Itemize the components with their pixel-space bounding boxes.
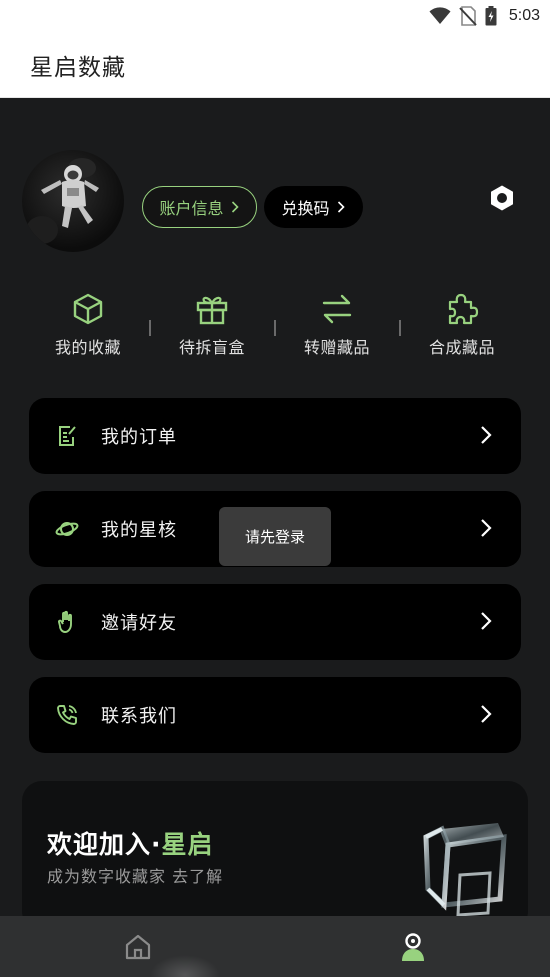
account-info-label: 账户信息 <box>159 199 224 218</box>
welcome-banner[interactable]: 欢迎加入·星启 成为数字收藏家 去了解 <box>22 781 528 916</box>
chevron-right-icon <box>481 612 492 630</box>
gift-icon <box>196 296 228 325</box>
redeem-code-label: 兑换码 <box>281 199 330 218</box>
chevron-right-icon <box>481 705 492 723</box>
profile-page: 账户信息 兑换码 我的收藏 待拆盲盒 转赠藏品 合成藏品 我的订单 我的星核 邀… <box>0 98 550 916</box>
box-icon <box>73 293 103 325</box>
order-icon <box>59 426 76 446</box>
bottom-nav <box>0 916 550 977</box>
hand-icon <box>57 610 72 633</box>
quick-unopened-boxes[interactable]: 待拆盲盒 <box>150 292 274 362</box>
menu-invite-friends[interactable]: 邀请好友 <box>29 584 521 660</box>
status-time: 5:03 <box>508 7 540 24</box>
tab-home[interactable] <box>0 916 275 977</box>
quick-actions: 我的收藏 待拆盲盒 转赠藏品 合成藏品 <box>26 292 524 362</box>
menu-label: 联系我们 <box>101 706 177 727</box>
phone-icon <box>57 705 77 725</box>
battery-icon <box>485 6 497 26</box>
avatar[interactable] <box>22 150 124 252</box>
chevron-right-icon <box>481 426 492 444</box>
welcome-title-prefix: 欢迎加入 <box>47 830 152 859</box>
status-bar: 5:03 <box>0 0 550 32</box>
quick-label: 合成藏品 <box>428 338 495 357</box>
home-icon <box>125 934 150 959</box>
menu-label: 我的星核 <box>101 520 177 541</box>
planet-icon <box>55 522 79 536</box>
astronaut-avatar <box>26 158 99 244</box>
chevron-right-icon <box>231 201 239 213</box>
welcome-title-dot: · <box>151 830 162 859</box>
quick-my-collection[interactable]: 我的收藏 <box>26 292 150 362</box>
puzzle-icon <box>448 293 479 325</box>
toast-text: 请先登录 <box>244 528 305 546</box>
quick-label: 我的收藏 <box>54 338 121 357</box>
no-sim-icon <box>459 6 477 26</box>
user-icon <box>401 932 424 961</box>
wifi-icon <box>429 7 451 24</box>
quick-synthesize[interactable]: 合成藏品 <box>400 292 524 362</box>
redeem-code-button[interactable]: 兑换码 <box>264 186 363 228</box>
menu-contact-us[interactable]: 联系我们 <box>29 677 521 753</box>
welcome-title-accent: 星启 <box>161 830 214 859</box>
welcome-subtitle: 成为数字收藏家 去了解 <box>47 867 224 886</box>
menu-label: 我的订单 <box>101 427 177 448</box>
app-bar: 星启数藏 <box>0 32 550 98</box>
page-title: 星启数藏 <box>30 54 126 81</box>
chevron-right-icon <box>481 519 492 537</box>
login-toast: 请先登录 <box>219 507 331 566</box>
quick-label: 转赠藏品 <box>303 338 370 357</box>
menu-my-orders[interactable]: 我的订单 <box>29 398 521 474</box>
quick-transfer[interactable]: 转赠藏品 <box>275 292 399 362</box>
transfer-icon <box>322 294 352 324</box>
tab-profile[interactable] <box>275 916 550 977</box>
menu-label: 邀请好友 <box>101 613 177 634</box>
chevron-right-icon <box>337 201 345 213</box>
welcome-title: 欢迎加入·星启 <box>47 825 214 861</box>
glass-cube-image <box>423 823 507 916</box>
quick-label: 待拆盲盒 <box>178 338 245 357</box>
account-info-button[interactable]: 账户信息 <box>142 186 257 228</box>
settings-icon[interactable] <box>488 184 516 212</box>
